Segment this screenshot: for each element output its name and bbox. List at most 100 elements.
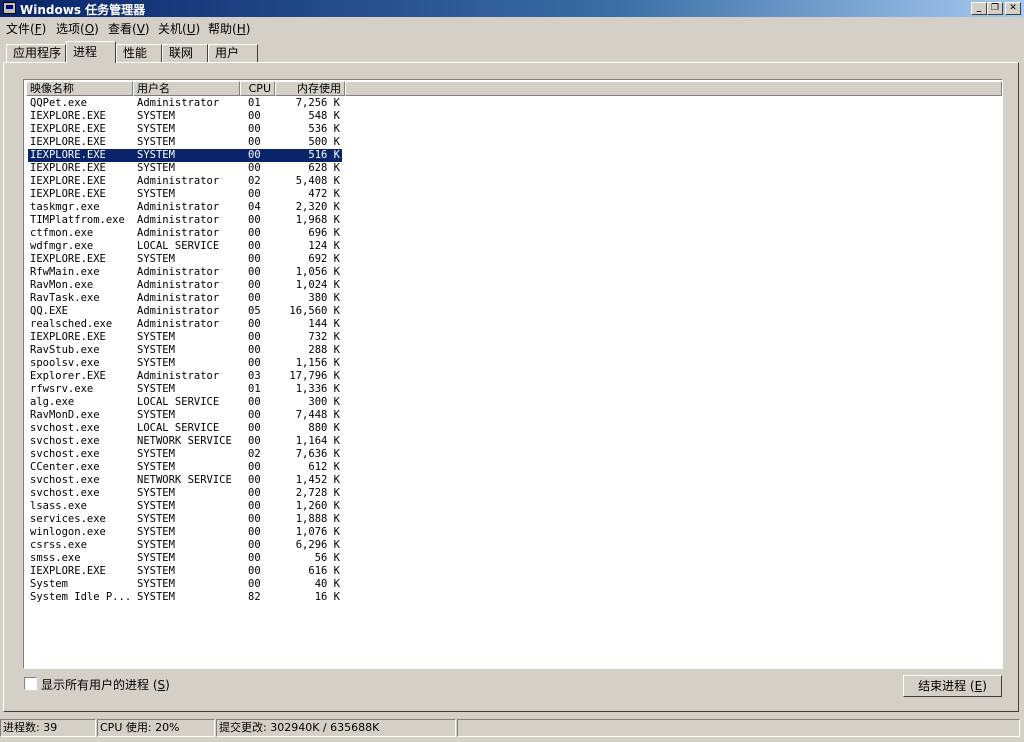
- process-memory-cell: 7,636 K: [295, 448, 340, 460]
- process-name-cell: csrss.exe: [30, 539, 87, 551]
- table-row[interactable]: Explorer.EXE Administrator 03 17,796 K: [26, 370, 1002, 383]
- table-row[interactable]: taskmgr.exe Administrator 04 2,320 K: [26, 201, 1002, 214]
- process-user-cell: SYSTEM: [137, 539, 175, 551]
- table-row[interactable]: System Idle P... SYSTEM 82 16 K: [26, 591, 1002, 604]
- column-user-name[interactable]: 用户名: [133, 81, 240, 96]
- process-user-cell: NETWORK SERVICE: [137, 435, 232, 447]
- process-user-cell: SYSTEM: [137, 487, 175, 499]
- table-row[interactable]: IEXPLORE.EXE SYSTEM 00 692 K: [26, 253, 1002, 266]
- process-cpu-cell: 00: [248, 292, 261, 304]
- process-name-cell: TIMPlatfrom.exe: [30, 214, 125, 226]
- menu-help[interactable]: 帮助(H): [208, 20, 250, 37]
- status-commit-charge: 提交更改: 302940K / 635688K: [216, 719, 456, 737]
- table-row[interactable]: svchost.exe SYSTEM 02 7,636 K: [26, 448, 1002, 461]
- table-row[interactable]: RavTask.exe Administrator 00 380 K: [26, 292, 1002, 305]
- process-user-cell: LOCAL SERVICE: [137, 422, 220, 434]
- table-row[interactable]: IEXPLORE.EXE SYSTEM 00 732 K: [26, 331, 1002, 344]
- table-row[interactable]: realsched.exe Administrator 00 144 K: [26, 318, 1002, 331]
- process-cpu-cell: 00: [248, 240, 261, 252]
- process-user-cell: SYSTEM: [137, 331, 175, 343]
- process-memory-cell: 40 K: [314, 578, 340, 590]
- tab-processes[interactable]: 进程: [66, 41, 116, 63]
- end-process-button[interactable]: 结束进程 (E): [903, 675, 1002, 697]
- menu-file[interactable]: 文件(F): [6, 20, 46, 37]
- table-row[interactable]: IEXPLORE.EXE Administrator 02 5,408 K: [26, 175, 1002, 188]
- process-user-cell: SYSTEM: [137, 383, 175, 395]
- table-row[interactable]: winlogon.exe SYSTEM 00 1,076 K: [26, 526, 1002, 539]
- process-user-cell: Administrator: [137, 318, 220, 330]
- process-user-cell: Administrator: [137, 279, 220, 291]
- menu-options[interactable]: 选项(O): [56, 20, 99, 37]
- table-row[interactable]: svchost.exe NETWORK SERVICE 00 1,452 K: [26, 474, 1002, 487]
- process-cpu-cell: 00: [248, 487, 261, 499]
- process-user-cell: SYSTEM: [137, 552, 175, 564]
- table-row[interactable]: RavStub.exe SYSTEM 00 288 K: [26, 344, 1002, 357]
- menu-shutdown[interactable]: 关机(U): [158, 20, 200, 37]
- table-row[interactable]: CCenter.exe SYSTEM 00 612 K: [26, 461, 1002, 474]
- table-row[interactable]: svchost.exe SYSTEM 00 2,728 K: [26, 487, 1002, 500]
- table-row[interactable]: svchost.exe NETWORK SERVICE 00 1,164 K: [26, 435, 1002, 448]
- maximize-button[interactable]: ❐: [987, 2, 1003, 15]
- tab-applications[interactable]: 应用程序: [6, 44, 66, 62]
- table-row[interactable]: QQPet.exe Administrator 01 7,256 K: [26, 97, 1002, 110]
- minimize-button[interactable]: _: [971, 2, 987, 15]
- process-cpu-cell: 00: [248, 409, 261, 421]
- process-name-cell: svchost.exe: [30, 474, 100, 486]
- show-all-users-checkbox[interactable]: [24, 677, 37, 690]
- table-row[interactable]: svchost.exe LOCAL SERVICE 00 880 K: [26, 422, 1002, 435]
- table-row[interactable]: RavMon.exe Administrator 00 1,024 K: [26, 279, 1002, 292]
- table-row[interactable]: csrss.exe SYSTEM 00 6,296 K: [26, 539, 1002, 552]
- table-row[interactable]: RfwMain.exe Administrator 00 1,056 K: [26, 266, 1002, 279]
- table-row[interactable]: spoolsv.exe SYSTEM 00 1,156 K: [26, 357, 1002, 370]
- tab-networking[interactable]: 联网: [162, 44, 208, 62]
- table-row[interactable]: TIMPlatfrom.exe Administrator 00 1,968 K: [26, 214, 1002, 227]
- title-bar[interactable]: Windows 任务管理器 _ ❐ ✕: [0, 0, 1024, 17]
- process-memory-cell: 516 K: [308, 149, 340, 161]
- process-cpu-cell: 00: [248, 539, 261, 551]
- process-name-cell: rfwsrv.exe: [30, 383, 94, 395]
- tab-performance[interactable]: 性能: [116, 44, 162, 62]
- close-button[interactable]: ✕: [1005, 2, 1021, 15]
- column-image-name[interactable]: 映像名称: [26, 81, 133, 96]
- table-row[interactable]: wdfmgr.exe LOCAL SERVICE 00 124 K: [26, 240, 1002, 253]
- table-row[interactable]: IEXPLORE.EXE SYSTEM 00 516 K: [26, 149, 1002, 162]
- table-row[interactable]: services.exe SYSTEM 00 1,888 K: [26, 513, 1002, 526]
- show-all-users-label[interactable]: 显示所有用户的进程 (S): [41, 676, 170, 693]
- column-memory[interactable]: 内存使用: [275, 81, 345, 96]
- process-name-cell: alg.exe: [30, 396, 75, 408]
- table-row[interactable]: IEXPLORE.EXE SYSTEM 00 548 K: [26, 110, 1002, 123]
- table-row[interactable]: rfwsrv.exe SYSTEM 01 1,336 K: [26, 383, 1002, 396]
- process-cpu-cell: 00: [248, 435, 261, 447]
- table-row[interactable]: RavMonD.exe SYSTEM 00 7,448 K: [26, 409, 1002, 422]
- process-cpu-cell: 00: [248, 526, 261, 538]
- process-cpu-cell: 02: [248, 448, 261, 460]
- table-row[interactable]: ctfmon.exe Administrator 00 696 K: [26, 227, 1002, 240]
- table-row[interactable]: IEXPLORE.EXE SYSTEM 00 616 K: [26, 565, 1002, 578]
- table-row[interactable]: IEXPLORE.EXE SYSTEM 00 500 K: [26, 136, 1002, 149]
- process-memory-cell: 1,336 K: [295, 383, 340, 395]
- process-user-cell: Administrator: [137, 175, 220, 187]
- process-user-cell: SYSTEM: [137, 409, 175, 421]
- process-list[interactable]: 映像名称 用户名 CPU 内存使用 QQPet.exe Administrator…: [23, 79, 1003, 669]
- table-row[interactable]: QQ.EXE Administrator 05 16,560 K: [26, 305, 1002, 318]
- menu-view[interactable]: 查看(V): [108, 20, 150, 37]
- table-row[interactable]: smss.exe SYSTEM 00 56 K: [26, 552, 1002, 565]
- status-cpu-usage: CPU 使用: 20%: [97, 719, 215, 737]
- table-row[interactable]: IEXPLORE.EXE SYSTEM 00 628 K: [26, 162, 1002, 175]
- process-user-cell: Administrator: [137, 266, 220, 278]
- process-memory-cell: 1,968 K: [295, 214, 340, 226]
- tab-users[interactable]: 用户: [208, 44, 258, 62]
- process-cpu-cell: 00: [248, 162, 261, 174]
- table-row[interactable]: System SYSTEM 00 40 K: [26, 578, 1002, 591]
- table-row[interactable]: alg.exe LOCAL SERVICE 00 300 K: [26, 396, 1002, 409]
- process-name-cell: lsass.exe: [30, 500, 87, 512]
- status-bar: 进程数: 39 CPU 使用: 20% 提交更改: 302940K / 6356…: [0, 719, 1024, 738]
- table-row[interactable]: lsass.exe SYSTEM 00 1,260 K: [26, 500, 1002, 513]
- process-cpu-cell: 00: [248, 279, 261, 291]
- table-row[interactable]: IEXPLORE.EXE SYSTEM 00 472 K: [26, 188, 1002, 201]
- process-user-cell: SYSTEM: [137, 357, 175, 369]
- process-cpu-cell: 00: [248, 214, 261, 226]
- process-memory-cell: 1,260 K: [295, 500, 340, 512]
- table-row[interactable]: IEXPLORE.EXE SYSTEM 00 536 K: [26, 123, 1002, 136]
- column-cpu[interactable]: CPU: [240, 81, 275, 96]
